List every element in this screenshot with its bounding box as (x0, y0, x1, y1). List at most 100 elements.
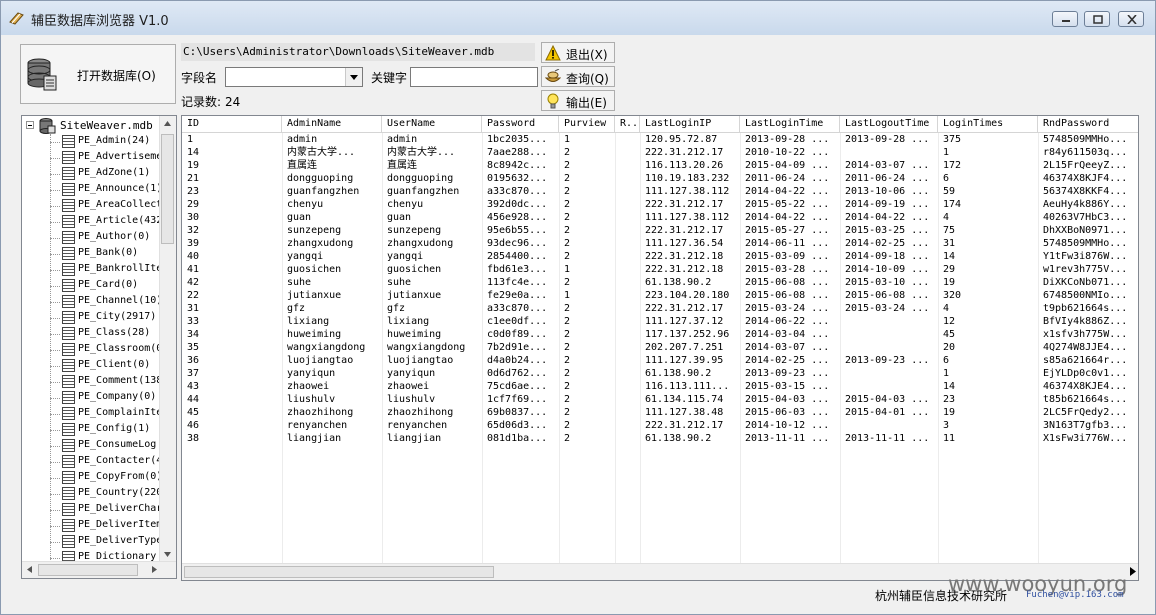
table-cell (615, 198, 640, 211)
table-cell: 2 (564, 186, 571, 197)
table-row[interactable]: 1 admin admin 1bc2035... 1 120.95.72.87 2013-0… (182, 133, 1138, 146)
scroll-down-icon[interactable] (164, 552, 171, 557)
keyword-input[interactable] (410, 67, 538, 87)
grid-hscroll-thumb[interactable] (184, 566, 494, 578)
table-cell: 111.127.39.95 (645, 355, 724, 366)
column-header[interactable]: Purview (559, 116, 615, 132)
table-icon (62, 343, 75, 356)
app-window: 辅臣数据库浏览器 V1.0 打开数据库(O) C:\Users\Administ… (0, 0, 1156, 615)
minimize-button[interactable] (1052, 11, 1078, 27)
table-cell: 61.138.90.2 (645, 368, 712, 379)
table-cell: guosichen (387, 264, 442, 275)
table-cell: zhaozhihong (387, 407, 454, 418)
tree-vscroll-thumb[interactable] (161, 134, 174, 244)
table-cell: t9pb621664s... (1043, 303, 1128, 314)
table-cell: 1 (564, 290, 571, 301)
window-title: 辅臣数据库浏览器 V1.0 (31, 14, 169, 29)
table-cell: 2015-04-09 ... (745, 160, 830, 171)
table-cell: 2010-10-22 ... (745, 147, 830, 158)
column-header[interactable]: R.. (615, 116, 640, 132)
column-header[interactable]: ID (182, 116, 282, 132)
table-row[interactable]: 32 sunzepeng sunzepeng 95e6b55... 2 222.31.21… (182, 224, 1138, 237)
column-header[interactable]: Password (482, 116, 559, 132)
table-row[interactable]: 46 renyanchen renyanchen 65d06d3... 2 222.31.… (182, 419, 1138, 432)
close-button[interactable] (1118, 11, 1144, 27)
table-row[interactable]: 35 wangxiangdong wangxiangdong 7b2d91e... 2 2… (182, 341, 1138, 354)
table-icon (62, 279, 75, 292)
scroll-right-icon[interactable] (1130, 567, 1136, 576)
table-cell: 2015-05-27 ... (745, 225, 830, 236)
table-tree[interactable]: SiteWeaver.mdb PE_Admin(24) PE_Advertisem… (21, 115, 177, 579)
table-row[interactable]: 31 gfz gfz a33c870... 2 222.31.212.17 2015-03-… (182, 302, 1138, 315)
table-row[interactable]: 40 yangqi yangqi 2854400... 2 222.31.212.18 20… (182, 250, 1138, 263)
table-icon (62, 231, 75, 244)
table-cell: 41 (187, 264, 200, 275)
tree-vertical-scrollbar[interactable] (159, 116, 176, 562)
maximize-button[interactable] (1084, 11, 1110, 27)
table-row[interactable]: 36 luojiangtao luojiangtao d4a0b24... 2 111.1… (182, 354, 1138, 367)
scroll-left-icon[interactable] (27, 566, 32, 573)
tree-branch (50, 334, 60, 335)
table-cell: 2013-09-23 ... (845, 355, 930, 366)
column-header[interactable]: RndPassword (1038, 116, 1138, 132)
exit-label: 退出(X) (566, 48, 608, 62)
table-row[interactable]: 22 jutianxue jutianxue fe29e0a... 1 223.104.2… (182, 289, 1138, 302)
scroll-up-icon[interactable] (164, 121, 171, 126)
table-row[interactable]: 19 直属连 直属连 8c8942c... 2 116.113.20.26 2015-04-… (182, 159, 1138, 172)
table-cell (615, 263, 640, 276)
table-cell: 0195632... (487, 173, 548, 184)
table-row[interactable]: 44 liushulv liushulv 1cf7f69... 2 61.134.115.… (182, 393, 1138, 406)
table-cell: r84y611503q... (1043, 147, 1128, 158)
table-row[interactable]: 23 guanfangzhen guanfangzhen a33c870... 2 111… (182, 185, 1138, 198)
field-name-select[interactable] (225, 67, 363, 87)
dropdown-button[interactable] (345, 68, 362, 86)
table-cell: admin (387, 134, 418, 145)
tree-horizontal-scrollbar[interactable] (22, 561, 176, 578)
tree-branch (50, 142, 60, 143)
table-row[interactable]: 30 guan guan 456e928... 2 111.127.38.112 2014-… (182, 211, 1138, 224)
exit-button[interactable]: 退出(X) (541, 42, 615, 63)
table-cell (840, 328, 938, 341)
table-cell: gfz (287, 303, 306, 314)
table-row[interactable]: 43 zhaowei zhaowei 75cd6ae... 2 116.113.111..… (182, 380, 1138, 393)
column-header[interactable]: LoginTimes (938, 116, 1038, 132)
export-button[interactable]: 输出(E) (541, 90, 615, 111)
grid-body: 1 admin admin 1bc2035... 1 120.95.72.87 2013-0… (182, 133, 1138, 563)
column-header[interactable]: LastLogoutTime (840, 116, 938, 132)
table-row[interactable]: 39 zhangxudong zhangxudong 93dec96... 2 111.1… (182, 237, 1138, 250)
table-row[interactable]: 38 liangjian liangjian 081d1ba... 2 61.138.90… (182, 432, 1138, 445)
column-header[interactable]: LastLoginTime (740, 116, 840, 132)
column-header[interactable]: LastLoginIP (640, 116, 740, 132)
query-button[interactable]: 查询(Q) (541, 66, 615, 87)
table-cell: liangjian (287, 433, 342, 444)
table-row[interactable]: 29 chenyu chenyu 392d0dc... 2 222.31.212.17 20… (182, 198, 1138, 211)
tree-item-label: PE_Advertiseme (78, 151, 163, 162)
table-row[interactable]: 42 suhe suhe 113fc4e... 2 61.138.90.2 2015-06-… (182, 276, 1138, 289)
table-row[interactable]: 14 内蒙古大学... 内蒙古大学... 7aae288... 2 222.31.212.… (182, 146, 1138, 159)
table-cell: dongguoping (387, 173, 454, 184)
tree-item-label: PE_Announce(1) (78, 183, 163, 194)
table-cell: jutianxue (287, 290, 342, 301)
column-header[interactable]: AdminName (282, 116, 382, 132)
column-header[interactable]: UserName (382, 116, 482, 132)
table-cell: 2 (564, 160, 571, 171)
table-cell: 40 (187, 251, 200, 262)
table-cell: 46374X8KJE4... (1043, 381, 1128, 392)
table-row[interactable]: 33 lixiang lixiang c1ee0df... 2 111.127.37.12… (182, 315, 1138, 328)
table-cell: 4 (943, 303, 950, 314)
table-cell: guanfangzhen (387, 186, 460, 197)
scroll-right-icon[interactable] (152, 566, 157, 573)
table-row[interactable]: 45 zhaozhihong zhaozhihong 69b0837... 2 111.1… (182, 406, 1138, 419)
table-cell: 222.31.212.17 (645, 225, 724, 236)
tree-item-label: PE_Channel(10) (78, 295, 163, 306)
tree-hscroll-thumb[interactable] (38, 564, 138, 576)
table-row[interactable]: 34 huweiming huweiming c0d0f89... 2 117.137.2… (182, 328, 1138, 341)
table-row[interactable]: 21 dongguoping dongguoping 0195632... 2 110.1… (182, 172, 1138, 185)
table-cell: 2015-04-03 ... (745, 394, 830, 405)
table-row[interactable]: 37 yanyiqun yanyiqun 0d6d762... 2 61.138.90.2… (182, 367, 1138, 380)
collapse-icon[interactable] (26, 121, 34, 129)
open-database-button[interactable]: 打开数据库(O) (20, 44, 176, 104)
data-grid[interactable]: ID AdminName UserName Password Purview R.. Las… (181, 115, 1139, 581)
table-row[interactable]: 41 guosichen guosichen fbd61e3... 1 222.31.21… (182, 263, 1138, 276)
table-cell: d4a0b24... (487, 355, 548, 366)
